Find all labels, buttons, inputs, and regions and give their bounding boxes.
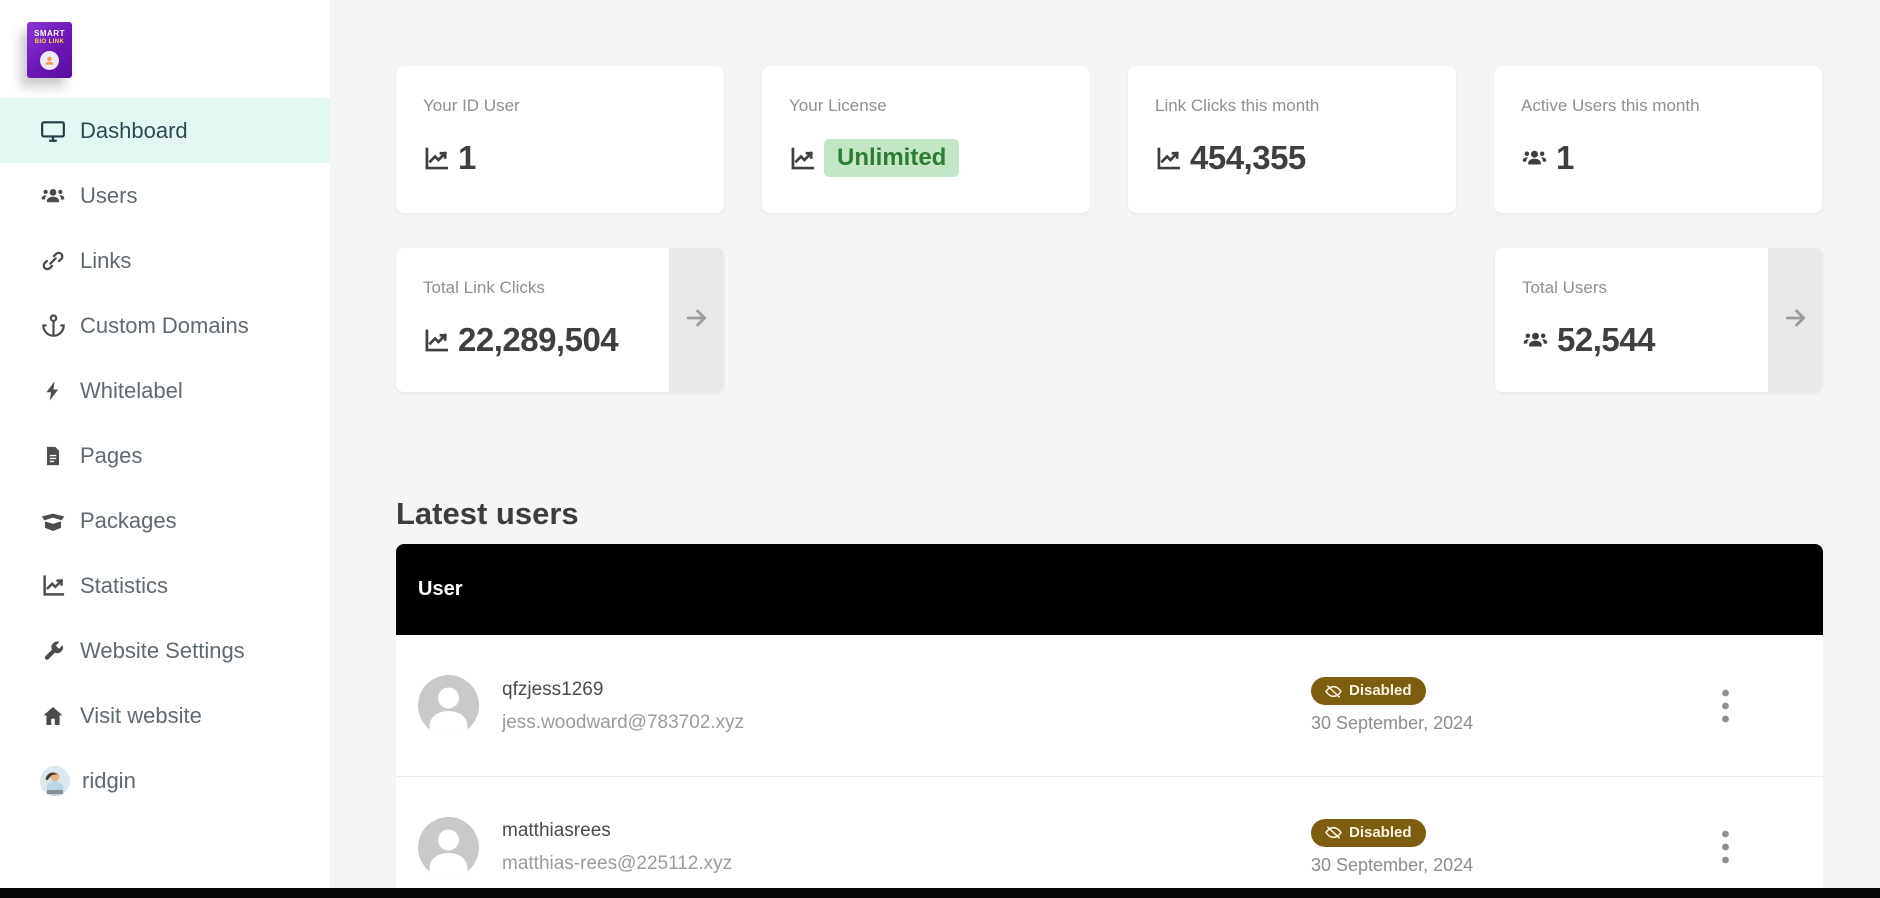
table-row: matthiasrees matthias-rees@225112.xyz Di… [396,776,1823,898]
sidebar-item-label: Website Settings [80,637,245,663]
eye-slash-icon [1325,683,1342,700]
sidebar-item-label: Statistics [80,572,169,598]
sidebar-item-whitelabel[interactable]: Whitelabel [0,358,330,423]
row-email: matthias-rees@225112.xyz [502,853,733,874]
stat-card-value: 1 [1556,139,1574,176]
sidebar-item-label: Visit website [80,702,202,728]
table-header-user: User [418,578,463,600]
stat-card-label: Your ID User [423,96,520,115]
sidebar-item-label: ridgin [82,767,136,793]
sidebar-item-profile-ridgin[interactable]: ridgin [0,748,330,813]
row-username: qfzjess1269 [502,678,604,700]
arrow-right-icon [683,304,711,337]
sidebar-item-pages[interactable]: Pages [0,423,330,488]
sidebar-item-label: Users [80,182,138,208]
sidebar-item-custom-domains[interactable]: Custom Domains [0,293,330,358]
stat-card-your-license: Your License Unlimited [762,66,1090,213]
eye-slash-icon [1325,824,1342,841]
license-status-badge: Unlimited [824,139,960,177]
app-root: SMART BIO LINK Dashboard Users Links Cus… [0,0,1880,898]
table-header-row: User [396,544,1823,635]
status-badge-label: Disabled [1349,682,1412,699]
avatar [418,816,479,878]
logo-text-line1: SMART [34,29,65,38]
home-icon [40,703,66,729]
sidebar: SMART BIO LINK Dashboard Users Links Cus… [0,0,330,898]
stat-card-active-users-month: Active Users this month 1 [1494,66,1822,213]
chart-line-icon [1155,145,1182,172]
stat-card-label: Total Users [1522,278,1608,297]
bottom-bar [0,888,1880,898]
link-icon [40,248,66,274]
row-actions-menu-button[interactable] [1711,825,1739,869]
row-date: 30 September, 2024 [1311,713,1474,733]
row-actions-menu-button[interactable] [1711,684,1739,728]
logo-text-line2: BIO LINK [34,39,65,45]
sidebar-item-website-settings[interactable]: Website Settings [0,618,330,683]
stat-card-value: 454,355 [1190,139,1306,176]
latest-users-table: User qfzjess1269 jess.woodward@783702.xy… [396,544,1823,898]
stat-card-value: 52,544 [1557,321,1655,358]
sidebar-item-label: Links [80,247,132,273]
status-badge: Disabled [1311,818,1426,847]
sidebar-item-label: Whitelabel [80,377,183,403]
sidebar-item-packages[interactable]: Packages [0,488,330,553]
sidebar-item-statistics[interactable]: Statistics [0,553,330,618]
users-icon [1522,327,1549,354]
chart-line-icon [40,573,66,599]
row-username: matthiasrees [502,820,611,841]
sidebar-item-label: Pages [80,442,143,468]
arrow-right-icon [1782,304,1810,337]
user-avatar [40,765,70,796]
stat-card-link-clicks-month: Link Clicks this month 454,355 [1128,66,1456,213]
anchor-icon [40,313,66,339]
wide-cards-row: Total Link Clicks 22,289,504 Total Users… [396,248,1823,392]
status-badge-label: Disabled [1349,823,1412,841]
bolt-icon [40,378,66,404]
stat-card-value: 22,289,504 [458,321,619,358]
stat-card-label: Link Clicks this month [1155,96,1320,115]
desktop-icon [40,118,66,144]
latest-users-title: Latest users [396,496,579,531]
table-row: qfzjess1269 jess.woodward@783702.xyz Dis… [396,635,1823,776]
box-open-icon [40,508,66,534]
users-icon [40,183,66,209]
stat-card-label: Active Users this month [1521,96,1700,115]
users-icon [1521,145,1548,172]
sidebar-item-users[interactable]: Users [0,163,330,228]
stat-card-label: Your License [789,96,887,115]
chart-line-icon [423,327,450,354]
avatar [418,675,479,736]
sidebar-item-visit-website[interactable]: Visit website [0,683,330,748]
sidebar-item-dashboard[interactable]: Dashboard [0,98,330,163]
row-email: jess.woodward@783702.xyz [502,711,745,733]
stat-card-value: 1 [458,139,476,176]
stat-cards-row: Your ID User 1 Your License Unlimited Li… [396,66,1823,213]
file-icon [40,443,66,469]
main-content: Your ID User 1 Your License Unlimited Li… [330,0,1880,898]
row-date: 30 September, 2024 [1311,854,1474,875]
sidebar-item-label: Dashboard [80,117,188,143]
total-users-card: Total Users 52,544 [1495,248,1823,392]
sidebar-nav: Dashboard Users Links Custom Domains Whi… [0,98,330,813]
total-users-arrow-button[interactable] [1768,248,1823,392]
stat-card-your-id-user: Your ID User 1 [396,66,724,213]
logo-wrap: SMART BIO LINK [0,0,330,98]
app-logo[interactable]: SMART BIO LINK [27,22,72,78]
logo-avatar-graphic [40,51,59,70]
sidebar-item-label: Packages [80,507,177,533]
total-link-clicks-arrow-button[interactable] [669,248,724,392]
total-link-clicks-card: Total Link Clicks 22,289,504 [396,248,724,392]
chart-line-icon [789,145,816,172]
sidebar-item-label: Custom Domains [80,312,249,338]
sidebar-item-links[interactable]: Links [0,228,330,293]
chart-line-icon [423,145,450,172]
wrench-icon [40,638,66,664]
stat-card-label: Total Link Clicks [423,278,545,297]
status-badge: Disabled [1311,677,1426,705]
